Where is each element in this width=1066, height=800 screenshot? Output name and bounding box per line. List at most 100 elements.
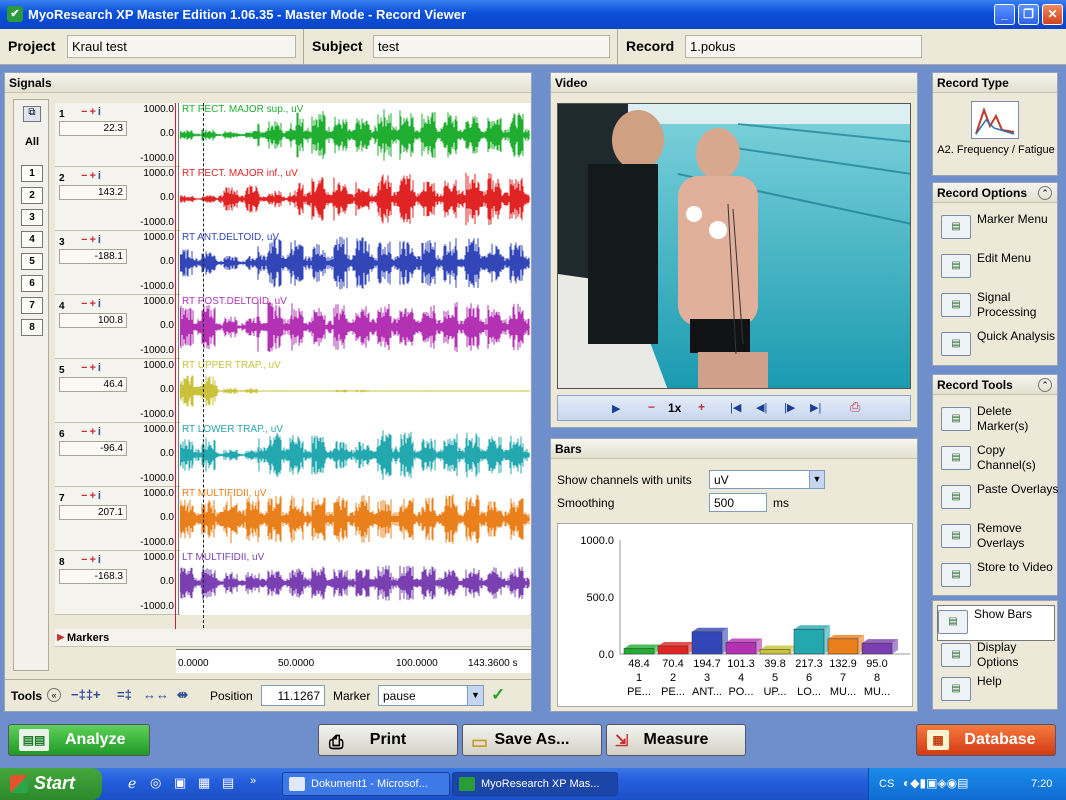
channel-scale-controls[interactable]: −+i xyxy=(81,106,103,118)
paste-overlays-button[interactable]: ▤ Paste Overlays xyxy=(941,481,1058,517)
collapse-up-icon[interactable]: ⌃ xyxy=(1038,186,1052,200)
remove-overlays-button[interactable]: ▤ Remove Overlays xyxy=(941,520,1055,556)
channel-info-icon[interactable]: i xyxy=(98,554,103,566)
position-field[interactable]: 11.1267 xyxy=(261,685,325,706)
emg-waveform[interactable]: RT PECT. MAJOR sup., uV xyxy=(180,103,530,167)
database-button[interactable]: ▦ Database xyxy=(916,724,1056,756)
scale-up-icon[interactable]: + xyxy=(89,426,97,438)
all-channels-button[interactable]: All xyxy=(17,136,47,148)
excel-icon[interactable]: ▦ xyxy=(198,775,210,791)
smoothing-field[interactable]: 500 xyxy=(709,493,767,512)
close-button[interactable]: ✕ xyxy=(1042,4,1063,25)
bar-channel-1[interactable] xyxy=(623,648,655,655)
bar-channel-2[interactable] xyxy=(657,645,689,655)
analyze-button[interactable]: ▤▤ Analyze xyxy=(8,724,150,756)
powerpoint-icon[interactable]: ▣ xyxy=(174,775,186,791)
channel-info-icon[interactable]: i xyxy=(98,362,103,374)
channel-button-2[interactable]: 2 xyxy=(21,187,43,204)
copy-channel-button[interactable]: ▤ Copy Channel(s) xyxy=(941,442,1055,478)
chevron-down-icon[interactable]: ▼ xyxy=(809,471,824,488)
language-indicator[interactable]: CS xyxy=(879,778,894,790)
channel-button-4[interactable]: 4 xyxy=(21,231,43,248)
scale-up-icon[interactable]: + xyxy=(89,490,97,502)
print-button[interactable]: ⎙ Print xyxy=(318,724,458,756)
video-frame[interactable] xyxy=(557,103,911,389)
collapse-up-icon[interactable]: ⌃ xyxy=(1038,378,1052,392)
quick-analysis-button[interactable]: ▤ Quick Analysis xyxy=(941,328,1055,364)
channel-button-8[interactable]: 8 xyxy=(21,319,43,336)
emg-waveform[interactable]: RT MULTIFIDII, uV xyxy=(180,487,530,551)
play-icon[interactable]: ▶ xyxy=(612,402,620,415)
slower-icon[interactable]: − xyxy=(648,400,655,414)
bar-channel-5[interactable] xyxy=(759,649,791,655)
emg-waveform[interactable]: RT PECT. MAJOR inf., uV xyxy=(180,167,530,231)
emg-waveform[interactable]: RT ANT.DELTOID, uV xyxy=(180,231,530,295)
bar-channel-3[interactable] xyxy=(691,631,723,655)
measure-button[interactable]: ⇲ Measure xyxy=(606,724,746,756)
scale-up-icon[interactable]: + xyxy=(89,362,97,374)
channel-scale-controls[interactable]: −+i xyxy=(81,298,103,310)
confirm-check-icon[interactable]: ✓ xyxy=(491,685,505,705)
skip-end-icon[interactable]: ▶| xyxy=(810,401,821,414)
taskbar-task-myoresearch[interactable]: MyoResearch XP Mas... xyxy=(452,772,618,796)
show-bars-button[interactable]: ▤ Show Bars xyxy=(937,605,1055,641)
channel-info-icon[interactable]: i xyxy=(98,234,103,246)
channel-scale-controls[interactable]: −+i xyxy=(81,490,103,502)
subject-field[interactable]: test xyxy=(373,35,610,58)
maximize-button[interactable]: ❐ xyxy=(1018,4,1039,25)
zoom-vertical-icon[interactable]: −‡‡+ xyxy=(71,687,101,702)
channel-scale-controls[interactable]: −+i xyxy=(81,362,103,374)
channel-scale-controls[interactable]: −+i xyxy=(81,426,103,438)
bar-channel-4[interactable] xyxy=(725,642,757,655)
edit-menu-button[interactable]: ▤ Edit Menu xyxy=(941,250,1055,286)
channel-button-1[interactable]: 1 xyxy=(21,165,43,182)
scale-up-icon[interactable]: + xyxy=(89,298,97,310)
expand-icon[interactable]: ▶ xyxy=(57,632,65,643)
channel-info-icon[interactable]: i xyxy=(98,298,103,310)
step-forward-icon[interactable]: |▶ xyxy=(784,401,795,414)
scale-up-icon[interactable]: + xyxy=(89,234,97,246)
zoom-horizontal-icon[interactable]: ↔↔ xyxy=(143,687,169,702)
tray-icons[interactable]: ◐◆▮▣◈◉▤ xyxy=(903,776,968,790)
emg-waveform[interactable]: LT MULTIFIDII, uV xyxy=(180,551,530,615)
frequency-fatigue-icon[interactable] xyxy=(971,101,1019,139)
video-settings-icon[interactable]: ⎙ xyxy=(850,399,860,415)
units-select[interactable]: uV ▼ xyxy=(709,470,825,489)
bar-channel-6[interactable] xyxy=(793,628,825,655)
emg-waveform[interactable]: RT UPPER TRAP., uV xyxy=(180,359,530,423)
signal-processing-button[interactable]: ▤ Signal Processing xyxy=(941,289,1055,325)
scale-up-icon[interactable]: + xyxy=(89,106,97,118)
overlay-icon[interactable]: ⧉ xyxy=(23,106,41,122)
save-as-button[interactable]: ▭ Save As... xyxy=(462,724,602,756)
more-apps-icon[interactable]: » xyxy=(250,775,256,787)
emg-waveform[interactable]: RT POST.DELTOID, uV xyxy=(180,295,530,359)
step-back-icon[interactable]: ◀| xyxy=(756,401,767,414)
skip-start-icon[interactable]: |◀ xyxy=(730,401,741,414)
channel-info-icon[interactable]: i xyxy=(98,490,103,502)
help-button[interactable]: ▤ Help xyxy=(941,673,1055,709)
marker-menu-button[interactable]: ▤ Marker Menu xyxy=(941,211,1055,247)
channel-button-6[interactable]: 6 xyxy=(21,275,43,292)
faster-icon[interactable]: + xyxy=(698,400,705,414)
taskbar-task-word[interactable]: Dokument1 - Microsof... xyxy=(282,772,450,796)
scale-up-icon[interactable]: + xyxy=(89,170,97,182)
channel-scale-controls[interactable]: −+i xyxy=(81,554,103,566)
collapse-icon[interactable]: « xyxy=(47,688,61,702)
channel-scale-controls[interactable]: −+i xyxy=(81,234,103,246)
fit-vertical-icon[interactable]: =‡ xyxy=(117,687,132,702)
outlook-icon[interactable]: ◎ xyxy=(150,775,161,791)
ie-icon[interactable]: ℯ xyxy=(128,775,136,792)
store-video-button[interactable]: ▤ Store to Video xyxy=(941,559,1055,595)
channel-info-icon[interactable]: i xyxy=(98,170,103,182)
display-options-button[interactable]: ▤ Display Options xyxy=(941,639,1055,675)
word-icon[interactable]: ▤ xyxy=(222,775,234,791)
channel-button-3[interactable]: 3 xyxy=(21,209,43,226)
chevron-down-icon[interactable]: ▼ xyxy=(467,686,483,705)
project-field[interactable]: Kraul test xyxy=(67,35,296,58)
record-field[interactable]: 1.pokus xyxy=(685,35,922,58)
scale-up-icon[interactable]: + xyxy=(89,554,97,566)
channel-info-icon[interactable]: i xyxy=(98,106,103,118)
channel-button-7[interactable]: 7 xyxy=(21,297,43,314)
channel-button-5[interactable]: 5 xyxy=(21,253,43,270)
minimize-button[interactable]: _ xyxy=(994,4,1015,25)
